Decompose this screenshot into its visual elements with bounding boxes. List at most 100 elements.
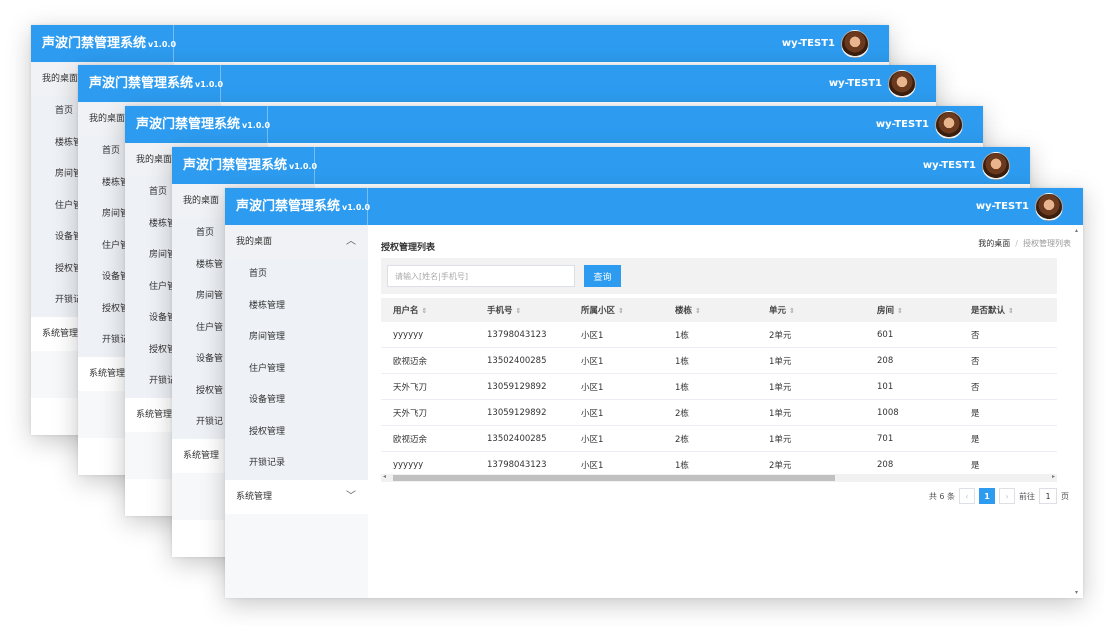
- column-header-label: 楼栋: [675, 306, 693, 316]
- table-container: 用户名⇕ 手机号⇕ 所属小区⇕ 楼栋⇕ 单元⇕ 房间⇕ 是否默认⇕ 状 yyyy: [381, 298, 1057, 474]
- table-cell: 701: [865, 425, 959, 452]
- app-version: v1.0.0: [242, 121, 271, 130]
- column-header[interactable]: 单元 ⇕: [757, 298, 865, 322]
- sort-caret-icon[interactable]: ⇕: [789, 307, 795, 315]
- table-cell: 2单元: [757, 451, 865, 474]
- table-row[interactable]: 欧视迈余13502400285小区12栋1单元701是正: [381, 425, 1057, 452]
- column-header[interactable]: 是否默认 ⇕: [959, 298, 1053, 322]
- sidebar-item-residents[interactable]: 住户管理: [225, 353, 368, 385]
- page-unit-label: 页: [1061, 491, 1069, 501]
- sort-caret-icon[interactable]: ⇕: [618, 307, 624, 315]
- pagination-total: 共 6 条: [928, 491, 955, 501]
- app-title: 声波门禁管理系统: [183, 158, 288, 173]
- scroll-up-icon[interactable]: ▴: [1075, 227, 1078, 234]
- table-row[interactable]: yyyyyy13798043123小区11栋2单元601否正: [381, 322, 1057, 348]
- sidebar-group-desk[interactable]: 我的桌面 ︿: [225, 225, 368, 259]
- user-menu[interactable]: wy-TEST1: [829, 65, 916, 102]
- scrollbar-thumb[interactable]: [393, 475, 835, 481]
- horizontal-scrollbar[interactable]: ◂ ▸: [381, 473, 1057, 482]
- sort-caret-icon[interactable]: ⇕: [1008, 307, 1014, 315]
- sidebar-item-home[interactable]: 首页: [225, 259, 368, 291]
- sort-caret-icon[interactable]: ⇕: [695, 307, 701, 315]
- table-cell: 欧视迈余: [381, 425, 475, 452]
- app-version: v1.0.0: [148, 40, 177, 49]
- sort-caret-icon[interactable]: ⇕: [422, 307, 428, 315]
- table-cell: 1单元: [757, 399, 865, 426]
- table-cell: 是: [959, 425, 1053, 452]
- search-bar: 查询: [381, 258, 1057, 294]
- table-row[interactable]: 天外飞刀13059129892小区12栋1单元1008是正: [381, 399, 1057, 426]
- table-cell: 是: [959, 399, 1053, 426]
- vertical-scrollbar[interactable]: ▴ ▾: [1073, 225, 1083, 598]
- username: wy-TEST1: [875, 119, 929, 130]
- column-header-label: 手机号: [487, 306, 513, 316]
- sort-caret-icon[interactable]: ⇕: [897, 307, 903, 315]
- table-cell: 小区1: [569, 451, 663, 474]
- table-cell: 正: [1053, 451, 1057, 474]
- app-brand: 声波门禁管理系统 v1.0.0: [125, 106, 271, 143]
- table-row[interactable]: 欧视迈余13502400285小区11栋1单元208否正: [381, 347, 1057, 374]
- user-menu[interactable]: wy-TEST1: [782, 25, 869, 62]
- table-cell: 小区1: [569, 347, 663, 374]
- scroll-right-icon[interactable]: ▸: [1052, 473, 1055, 480]
- pagination: 共 6 条 ‹ 1 › 前往 1 页: [929, 488, 1069, 504]
- table-row[interactable]: yyyyyy13798043123小区11栋2单元208是正: [381, 451, 1057, 474]
- prev-page-button[interactable]: ‹: [959, 488, 975, 504]
- scroll-left-icon[interactable]: ◂: [383, 473, 386, 480]
- avatar[interactable]: [982, 151, 1010, 180]
- table-cell: 欧视迈余: [381, 347, 475, 374]
- scroll-down-icon[interactable]: ▾: [1075, 589, 1078, 596]
- table-cell: yyyyyy: [381, 451, 475, 474]
- goto-page-input[interactable]: 1: [1039, 488, 1057, 504]
- sort-caret-icon[interactable]: ⇕: [516, 307, 522, 315]
- table-cell: 1栋: [663, 322, 757, 348]
- column-header[interactable]: 所属小区 ⇕: [569, 298, 663, 322]
- app-brand: 声波门禁管理系统 v1.0.0: [31, 25, 177, 62]
- avatar[interactable]: [935, 110, 963, 139]
- table-cell: 1单元: [757, 373, 865, 400]
- username: wy-TEST1: [781, 38, 835, 49]
- main-content: 授权管理列表 我的桌面/授权管理列表 查询 用户名⇕ 手机: [368, 225, 1083, 598]
- app-version: v1.0.0: [195, 80, 224, 89]
- table-cell: 天外飞刀: [381, 373, 475, 400]
- avatar[interactable]: [1035, 192, 1063, 221]
- top-bar: 声波门禁管理系统 v1.0.0 wy-TEST1: [31, 25, 889, 62]
- table-cell: 208: [865, 347, 959, 374]
- table-cell: 1栋: [663, 347, 757, 374]
- user-menu[interactable]: wy-TEST1: [876, 106, 963, 143]
- top-bar: 声波门禁管理系统 v1.0.0 wy-TEST1: [225, 188, 1083, 225]
- search-input[interactable]: [387, 265, 575, 287]
- sidebar-item-unlock-records[interactable]: 开锁记录: [225, 448, 368, 480]
- username: wy-TEST1: [922, 160, 976, 171]
- main-window: 声波门禁管理系统 v1.0.0 wy-TEST1 我的桌面 ︿ 首页 楼栋管理 房…: [225, 188, 1083, 598]
- table-cell: 1栋: [663, 373, 757, 400]
- app-title: 声波门禁管理系统: [42, 36, 147, 51]
- column-header[interactable]: 房间 ⇕: [865, 298, 959, 322]
- top-bar: 声波门禁管理系统 v1.0.0 wy-TEST1: [78, 65, 936, 102]
- column-header[interactable]: 楼栋 ⇕: [663, 298, 757, 322]
- column-header[interactable]: 用户名 ⇕: [381, 298, 475, 322]
- user-menu[interactable]: wy-TEST1: [976, 188, 1063, 225]
- table-cell: 天外飞刀: [381, 399, 475, 426]
- table-row[interactable]: 天外飞刀13059129892小区11栋1单元101否正: [381, 373, 1057, 400]
- stage: 声波门禁管理系统 v1.0.0 wy-TEST1 我的桌面 首页 楼栋管 房间管 …: [0, 0, 1105, 626]
- avatar[interactable]: [841, 29, 869, 58]
- table-cell: 13059129892: [475, 399, 569, 426]
- sidebar-item-buildings[interactable]: 楼栋管理: [225, 290, 368, 322]
- avatar[interactable]: [888, 69, 916, 98]
- sidebar-item-rooms[interactable]: 房间管理: [225, 322, 368, 354]
- app-version: v1.0.0: [342, 203, 371, 212]
- sidebar-item-devices[interactable]: 设备管理: [225, 385, 368, 417]
- column-header[interactable]: 手机号 ⇕: [475, 298, 569, 322]
- page-number-button[interactable]: 1: [979, 488, 995, 504]
- sidebar-item-authorization[interactable]: 授权管理: [225, 416, 368, 448]
- column-header[interactable]: 状: [1053, 298, 1057, 322]
- search-button[interactable]: 查询: [584, 265, 621, 287]
- next-page-button[interactable]: ›: [999, 488, 1015, 504]
- sidebar-group-system[interactable]: 系统管理 ﹀: [225, 479, 368, 514]
- breadcrumb-home[interactable]: 我的桌面: [978, 239, 1010, 248]
- app-title: 声波门禁管理系统: [236, 199, 341, 214]
- table-cell: 208: [865, 451, 959, 474]
- breadcrumb: 我的桌面 / 授权管理列表: [978, 238, 1071, 249]
- user-menu[interactable]: wy-TEST1: [923, 147, 1010, 184]
